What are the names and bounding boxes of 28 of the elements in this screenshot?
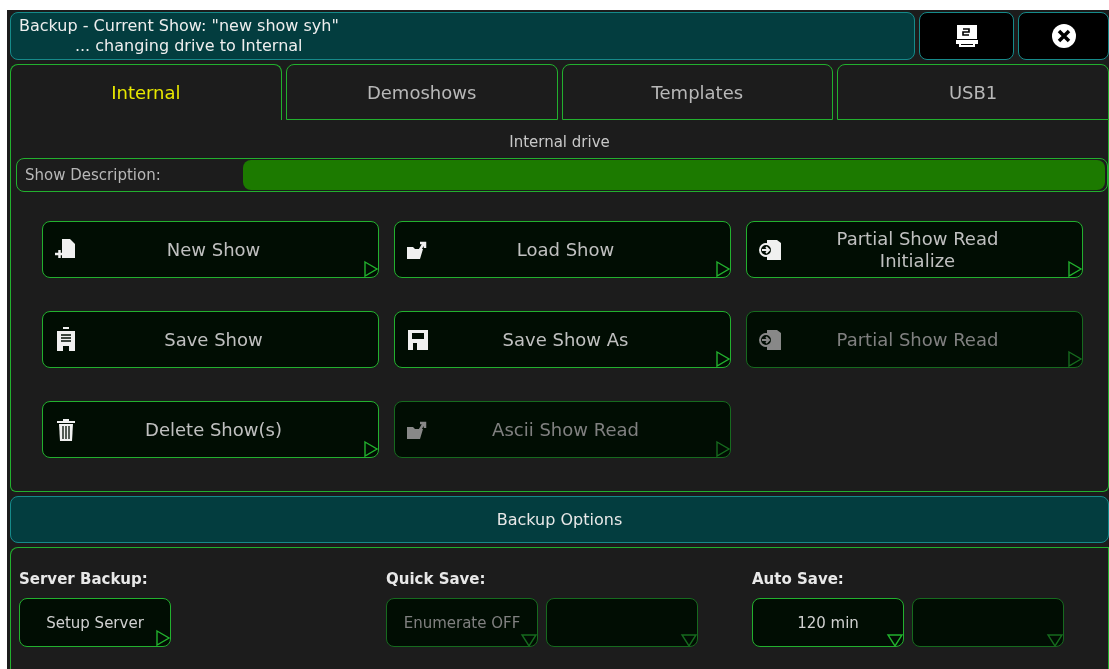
screen-icon <box>954 23 979 49</box>
dropdown-arrow-icon <box>886 633 904 647</box>
display-button[interactable] <box>919 12 1014 60</box>
submenu-arrow-icon <box>155 629 171 647</box>
action-button[interactable]: Save Show <box>42 311 379 368</box>
action-button[interactable]: Partial Show Read Initialize <box>746 221 1083 278</box>
close-icon <box>1050 23 1077 49</box>
dropdown-arrow-icon <box>680 633 698 647</box>
dropdown[interactable]: 120 min <box>752 598 904 647</box>
close-button[interactable] <box>1018 12 1109 60</box>
drive-tab[interactable]: Demoshows <box>285 64 558 120</box>
dropdown-arrow-icon <box>1046 633 1064 647</box>
action-button[interactable]: Delete Show(s) <box>42 401 379 458</box>
section-header: Backup Options <box>10 496 1109 543</box>
option-label: Quick Save: <box>386 570 487 588</box>
option-label: Server Backup: <box>19 570 149 588</box>
action-button[interactable]: New Show <box>42 221 379 278</box>
action-button[interactable]: Load Show <box>394 221 731 278</box>
option-label: Auto Save: <box>752 570 845 588</box>
drive-label: Internal drive <box>508 132 611 152</box>
dropdown-arrow-icon <box>520 633 538 647</box>
drive-tab[interactable]: Internal <box>10 64 282 120</box>
option-button[interactable]: Setup Server <box>19 598 171 647</box>
window-title: Backup - Current Show: "new show syh" ... changing drive to Internal <box>10 12 915 60</box>
drive-tab[interactable]: Templates <box>561 64 834 120</box>
action-button[interactable]: Save Show As <box>394 311 731 368</box>
drive-tab[interactable]: USB1 <box>837 64 1109 120</box>
show-description-field[interactable]: Show Description: <box>16 158 1108 192</box>
